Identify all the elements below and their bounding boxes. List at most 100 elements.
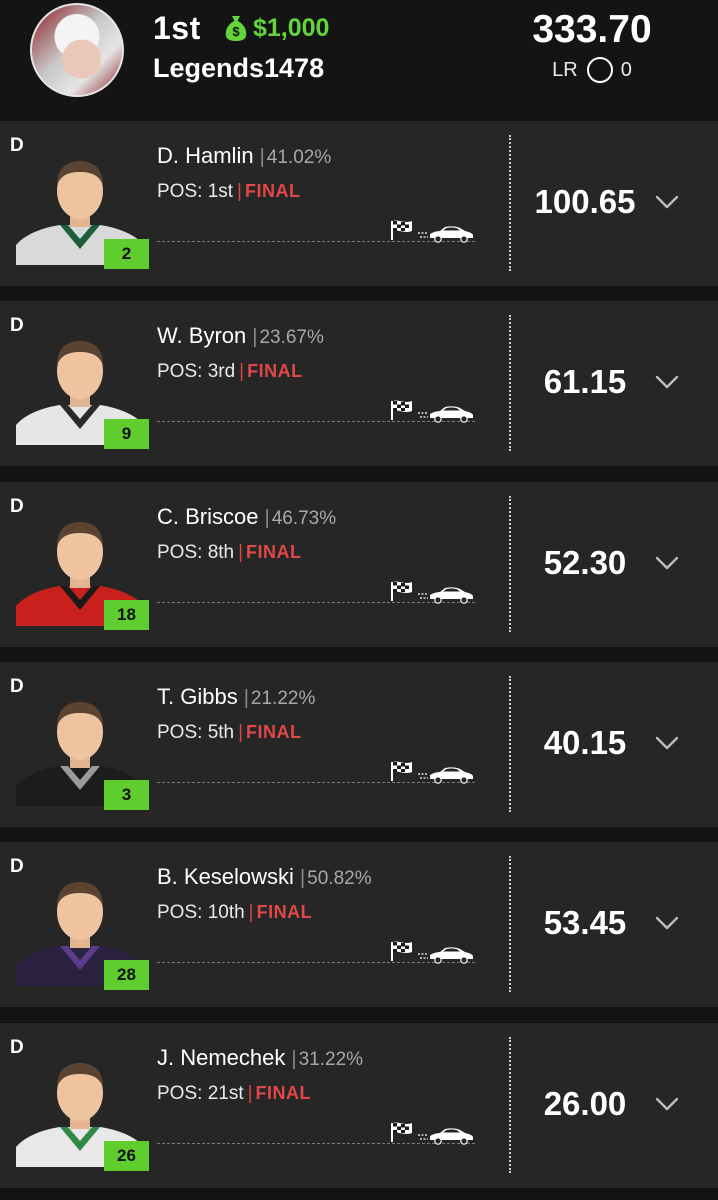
username: Legends1478 bbox=[153, 53, 325, 83]
separator: | bbox=[291, 1048, 297, 1070]
lr-label: LR bbox=[552, 58, 578, 81]
player-name[interactable]: T. Gibbs bbox=[157, 684, 238, 709]
chevron-down-icon[interactable] bbox=[655, 735, 679, 751]
fantasy-points: 100.65 bbox=[534, 183, 636, 220]
lr-value: 0 bbox=[620, 58, 632, 81]
player-name[interactable]: C. Briscoe bbox=[157, 504, 258, 529]
separator: | bbox=[238, 722, 244, 743]
player-name[interactable]: B. Keselowski bbox=[157, 864, 294, 889]
status-badge: FINAL bbox=[246, 542, 302, 562]
score-divider bbox=[509, 676, 511, 812]
checkered-flag-icon bbox=[391, 581, 412, 601]
player-name-line: W. Byron | 23.67% bbox=[157, 323, 324, 349]
fantasy-points: 52.30 bbox=[543, 544, 627, 581]
money-bag-icon: $ bbox=[225, 16, 247, 41]
checkered-flag-icon bbox=[391, 400, 412, 420]
player-name-line: J. Nemechek | 31.22% bbox=[157, 1045, 363, 1071]
chevron-down-icon[interactable] bbox=[655, 915, 679, 931]
ownership-percent: 21.22% bbox=[250, 688, 316, 709]
ownership-percent: 31.22% bbox=[298, 1049, 364, 1070]
chevron-down-icon[interactable] bbox=[655, 1096, 679, 1112]
separator: | bbox=[243, 687, 249, 709]
player-name-line: B. Keselowski | 50.82% bbox=[157, 864, 372, 890]
separator: | bbox=[299, 867, 306, 889]
svg-text:$: $ bbox=[232, 24, 240, 39]
car-number-badge: 2 bbox=[104, 239, 149, 269]
user-avatar[interactable] bbox=[30, 3, 124, 97]
chevron-down-icon[interactable] bbox=[655, 194, 679, 210]
race-car-icon bbox=[418, 767, 473, 784]
player-name[interactable]: D. Hamlin bbox=[157, 143, 254, 168]
status-badge: FINAL bbox=[244, 181, 301, 201]
player-card[interactable]: D 26 J. Nemechek | 31.22% POS: 21st | FINAL bbox=[0, 1023, 718, 1188]
checkered-flag-icon bbox=[391, 761, 412, 781]
ring-icon bbox=[586, 57, 613, 83]
fantasy-points: 53.45 bbox=[543, 904, 627, 941]
separator: | bbox=[237, 181, 242, 202]
contest-header: 1st $ $1,000 Legends1478 333.70 LR 0 bbox=[0, 0, 718, 110]
finish-position: POS: 5th bbox=[157, 722, 235, 743]
car-number-badge: 18 bbox=[104, 600, 149, 630]
late-remaining: LR 0 bbox=[502, 57, 682, 83]
race-car-icon bbox=[418, 226, 473, 243]
chevron-down-icon[interactable] bbox=[655, 374, 679, 390]
race-car-icon bbox=[418, 587, 473, 604]
checkered-flag-icon bbox=[391, 1122, 412, 1142]
race-status-line: POS: 10th | FINAL bbox=[157, 902, 312, 924]
car-number-badge: 3 bbox=[104, 780, 149, 810]
player-name[interactable]: J. Nemechek bbox=[157, 1045, 285, 1070]
separator: | bbox=[238, 542, 244, 563]
player-card[interactable]: D 2 D. Hamlin|41.02% POS: 1st|FINAL bbox=[0, 121, 718, 286]
player-name-line: C. Briscoe | 46.73% bbox=[157, 504, 336, 530]
race-status-line: POS: 5th | FINAL bbox=[157, 722, 302, 744]
checkered-flag-icon bbox=[391, 941, 412, 961]
score-divider bbox=[509, 135, 511, 271]
ownership-percent: 50.82% bbox=[307, 868, 372, 889]
race-status-line: POS: 1st | FINAL bbox=[157, 181, 300, 203]
race-status-line: POS: 21st | FINAL bbox=[157, 1083, 311, 1105]
separator: | bbox=[259, 146, 265, 168]
prize-value: $1,000 bbox=[253, 13, 330, 42]
race-car-icon bbox=[418, 947, 473, 964]
fantasy-points: 26.00 bbox=[543, 1085, 627, 1122]
race-status-line: POS: 3rd | FINAL bbox=[157, 361, 303, 383]
score-divider bbox=[509, 1037, 511, 1173]
rank-label: 1st bbox=[153, 10, 201, 46]
player-name-line: D. Hamlin | 41.02% bbox=[157, 143, 331, 169]
separator: | bbox=[239, 361, 245, 382]
ownership-percent: 23.67% bbox=[259, 327, 324, 348]
status-badge: FINAL bbox=[246, 722, 302, 742]
ownership-percent: 46.73% bbox=[271, 508, 337, 529]
chevron-down-icon[interactable] bbox=[655, 555, 679, 571]
score-divider bbox=[509, 315, 511, 451]
player-card[interactable]: D 9 W. Byron | 23.67% POS: 3rd | FINAL 6… bbox=[0, 301, 718, 466]
status-badge: FINAL bbox=[256, 902, 313, 922]
finish-position: POS: 3rd bbox=[157, 361, 236, 382]
race-car-icon bbox=[418, 1128, 473, 1145]
player-card[interactable]: D 28 B. Keselowski | 50.82% POS: 10th | FINA… bbox=[0, 842, 718, 1007]
separator: | bbox=[247, 1083, 253, 1104]
fantasy-points: 61.15 bbox=[543, 363, 627, 400]
finish-position: POS: 10th bbox=[157, 902, 245, 923]
total-points: 333.70 bbox=[532, 8, 652, 51]
player-name-line: T. Gibbs | 21.22% bbox=[157, 684, 315, 710]
fantasy-points: 40.15 bbox=[543, 724, 627, 761]
finish-position: POS: 8th bbox=[157, 542, 235, 563]
separator: | bbox=[252, 326, 258, 348]
race-car-icon bbox=[418, 406, 473, 423]
finish-position: POS: 21st bbox=[157, 1083, 244, 1104]
score-divider bbox=[509, 856, 511, 992]
player-card[interactable]: D 3 T. Gibbs | 21.22% POS: 5th | FINAL 4… bbox=[0, 662, 718, 827]
checkered-flag-icon bbox=[391, 220, 412, 240]
player-name[interactable]: W. Byron bbox=[157, 323, 246, 348]
ownership-percent: 41.02% bbox=[266, 147, 332, 168]
score-divider bbox=[509, 496, 511, 632]
race-status-line: POS: 8th | FINAL bbox=[157, 542, 302, 564]
separator: | bbox=[264, 507, 270, 529]
car-number-badge: 26 bbox=[104, 1141, 149, 1171]
finish-position: POS: 1st bbox=[157, 181, 234, 202]
separator: | bbox=[248, 902, 254, 923]
player-card[interactable]: D 18 C. Briscoe | 46.73% POS: 8th | FINAL bbox=[0, 482, 718, 647]
prize-amount: $ $1,000 bbox=[224, 13, 329, 43]
status-badge: FINAL bbox=[255, 1083, 312, 1103]
